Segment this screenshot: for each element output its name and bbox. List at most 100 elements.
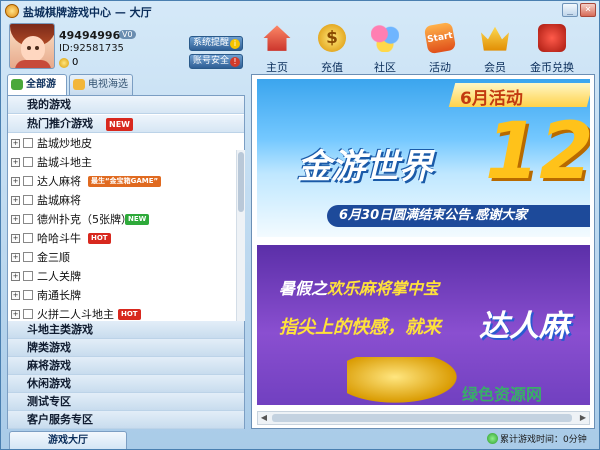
expand-icon[interactable]: +	[11, 234, 20, 243]
game-name: 南通长牌	[37, 289, 81, 302]
main-window: 盐城棋牌游戏中心 — 大厅 _ × 494949964 V0 ID:925817…	[0, 0, 600, 450]
expand-icon[interactable]: +	[11, 253, 20, 262]
house-icon	[263, 25, 291, 51]
toolbar-activity-button[interactable]: Start 活动	[422, 21, 458, 74]
expand-icon[interactable]: +	[11, 196, 20, 205]
game-checkbox[interactable]	[23, 176, 33, 186]
minimize-button[interactable]: _	[562, 3, 578, 17]
game-name: 盐城炒地皮	[37, 137, 92, 150]
my-games-header[interactable]: 我的游戏	[8, 96, 244, 114]
game-checkbox[interactable]	[23, 309, 33, 319]
tab-game-hall[interactable]: 游戏大厅	[9, 431, 127, 449]
game-row[interactable]: + 金三顺	[8, 248, 236, 267]
game-category[interactable]: 麻将游戏	[8, 357, 244, 375]
toolbar-member-label: 会员	[484, 61, 506, 74]
expand-icon[interactable]: +	[11, 291, 20, 300]
toolbar-activity-label: 活动	[429, 61, 451, 74]
hot-games-header[interactable]: 热门推介游戏 NEW	[8, 115, 244, 133]
play-time-status: 累计游戏时间：0分钟	[500, 435, 587, 445]
game-row[interactable]: + 南通长牌	[8, 286, 236, 305]
game-checkbox[interactable]	[23, 233, 33, 243]
promo-banner[interactable]: 暑假之欢乐麻将掌中宝 指尖上的快感，就来 达人麻 绿色资源网	[257, 245, 590, 405]
account-security-button[interactable]: 账号安全 !	[189, 54, 243, 69]
game-name: 德州扑克（5张牌）	[37, 213, 132, 226]
game-name: 达人麻将	[37, 175, 81, 188]
game-list-panel: 我的游戏 热门推介游戏 NEW + 盐城炒地皮 + 盐城斗地主 + 达人麻将 最生“金宝箱G…	[7, 95, 245, 429]
promo-brand: 达人麻	[479, 309, 569, 344]
toolbar-member-button[interactable]: 会员	[477, 24, 513, 74]
content-area: 6月活动 金游世界 12 6月30日圆满结束公告.感谢大家 暑假之欢乐麻将掌中宝…	[251, 74, 595, 429]
close-button[interactable]: ×	[580, 3, 596, 17]
window-title: 盐城棋牌游戏中心 — 大厅	[23, 6, 152, 19]
game-row[interactable]: + 盐城炒地皮	[8, 134, 236, 153]
game-list-scrollbar[interactable]	[236, 150, 245, 321]
toolbar-exchange-button[interactable]: 金币兑换	[528, 24, 576, 74]
game-row[interactable]: + 哈哈斗牛 HOT	[8, 229, 236, 248]
title-bar: 盐城棋牌游戏中心 — 大厅 _ ×	[1, 1, 599, 21]
game-checkbox[interactable]	[23, 290, 33, 300]
system-tip-button[interactable]: 系统提醒 i	[189, 36, 243, 51]
game-name: 金三顺	[37, 251, 70, 264]
game-name: 盐城斗地主	[37, 156, 92, 169]
balloons-icon	[371, 24, 399, 52]
promo-line1: 暑假之欢乐麻将掌中宝	[279, 279, 440, 298]
watermark: 绿色资源网	[462, 385, 543, 404]
toolbar-home-button[interactable]: 主页	[259, 24, 295, 74]
game-checkbox[interactable]	[23, 271, 33, 281]
game-checkbox[interactable]	[23, 252, 33, 262]
toolbar-home-label: 主页	[266, 61, 288, 74]
game-row[interactable]: + 盐城麻将	[8, 191, 236, 210]
expand-icon[interactable]: +	[11, 158, 20, 167]
scroll-right-icon[interactable]: ▶	[577, 412, 589, 424]
gold-value: 0	[72, 57, 79, 68]
online-status-icon	[487, 433, 498, 444]
game-checkbox[interactable]	[23, 214, 33, 224]
banner-number: 12	[485, 107, 590, 197]
banner-subline: 6月30日圆满结束公告.感谢大家	[327, 205, 590, 227]
app-logo-icon	[5, 4, 19, 18]
treasure-chest-icon	[538, 24, 566, 52]
expand-icon[interactable]: +	[11, 215, 20, 224]
coin-balance: 494949964	[59, 29, 128, 42]
expand-icon[interactable]: +	[11, 139, 20, 148]
toolbar-recharge-button[interactable]: $ 充值	[314, 24, 350, 74]
avatar[interactable]	[9, 23, 55, 69]
game-tag: NEW	[125, 214, 150, 225]
system-tip-label: 系统提醒	[193, 38, 230, 48]
money-bag-icon: $	[318, 24, 346, 52]
game-row[interactable]: + 德州扑克（5张牌） NEW	[8, 210, 236, 229]
tab-all-games[interactable]: 全部游戏	[7, 74, 67, 110]
tab-tv-selection-label: 电视海选	[88, 79, 128, 90]
banner-title: 金游世界	[297, 147, 433, 187]
hot-games-label: 热门推介游戏	[27, 117, 93, 130]
toolbar-community-button[interactable]: 社区	[367, 24, 403, 74]
expand-icon[interactable]: +	[11, 272, 20, 281]
promo-line2: 指尖上的快感，就来	[279, 317, 441, 338]
game-name: 哈哈斗牛	[37, 232, 81, 245]
game-category[interactable]: 休闲游戏	[8, 375, 244, 393]
game-category[interactable]: 测试专区	[8, 393, 244, 411]
game-row[interactable]: + 盐城斗地主	[8, 153, 236, 172]
game-category[interactable]: 牌类游戏	[8, 339, 244, 357]
expand-icon[interactable]: +	[11, 310, 20, 319]
game-tag: 最生“金宝箱GAME”	[88, 176, 162, 187]
game-checkbox[interactable]	[23, 157, 33, 167]
scroll-left-icon[interactable]: ◀	[258, 412, 270, 424]
tab-tv-selection[interactable]: 电视海选	[69, 74, 133, 95]
coin-pile-image	[347, 357, 467, 405]
info-icon: i	[230, 39, 240, 49]
toolbar-recharge-label: 充值	[321, 61, 343, 74]
game-category[interactable]: 客户服务专区	[8, 411, 244, 429]
game-checkbox[interactable]	[23, 195, 33, 205]
game-row[interactable]: + 二人关牌	[8, 267, 236, 286]
event-banner[interactable]: 6月活动 金游世界 12 6月30日圆满结束公告.感谢大家	[257, 79, 590, 237]
game-tag: HOT	[118, 309, 141, 320]
game-category[interactable]: 斗地主类游戏	[8, 321, 244, 339]
game-row[interactable]: + 达人麻将 最生“金宝箱GAME”	[8, 172, 236, 191]
banner-month: 6月活动	[460, 89, 523, 109]
expand-icon[interactable]: +	[11, 177, 20, 186]
horizontal-scrollbar[interactable]: ◀ ▶	[257, 411, 590, 425]
gold-icon	[59, 58, 69, 68]
game-checkbox[interactable]	[23, 138, 33, 148]
game-tag: HOT	[88, 233, 111, 244]
